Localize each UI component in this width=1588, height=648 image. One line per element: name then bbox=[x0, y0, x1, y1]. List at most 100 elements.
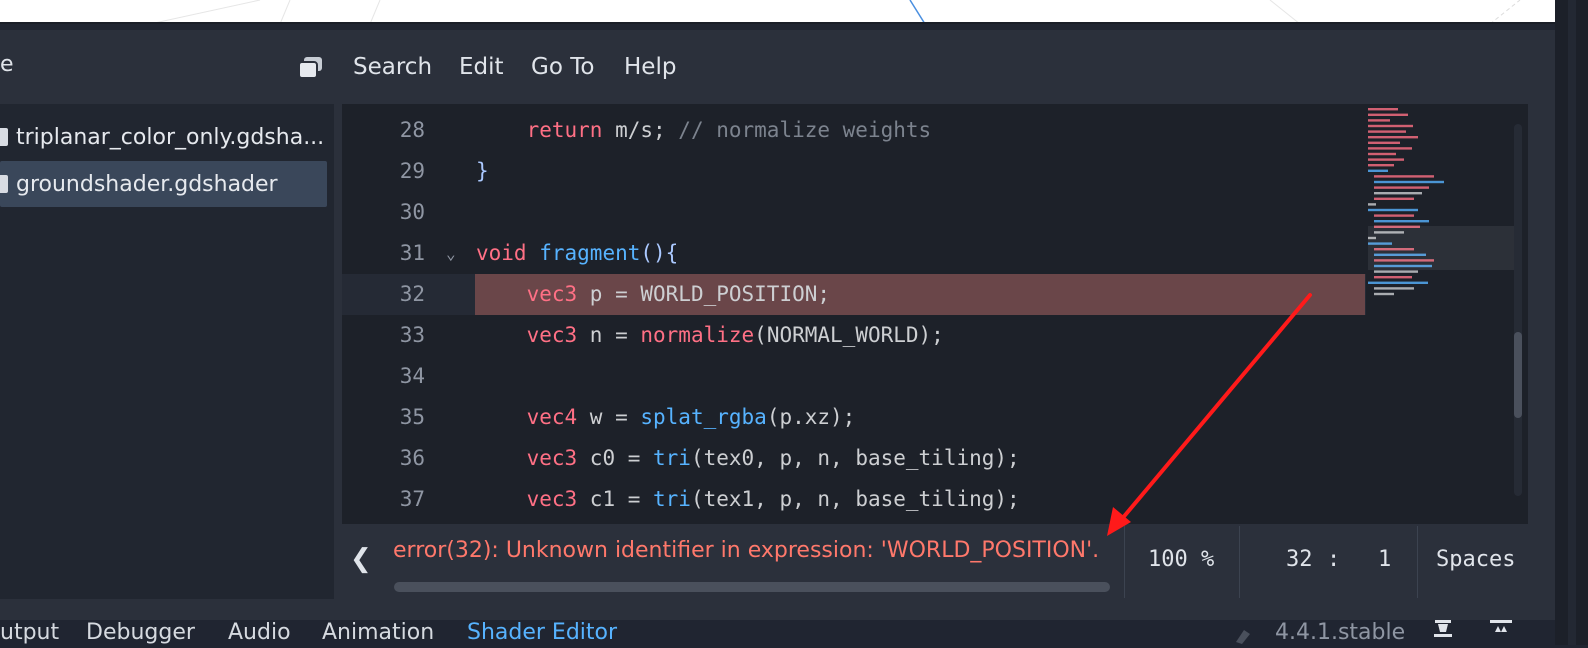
minimap-line bbox=[1368, 169, 1388, 172]
line-number: 30 bbox=[399, 200, 425, 224]
code-text: vec3 p = WORLD_POSITION; bbox=[526, 282, 831, 306]
code-line[interactable]: 36 vec3 c0 = tri(tex0, p, n, base_tiling… bbox=[342, 438, 1366, 479]
menu-search[interactable]: Search bbox=[353, 54, 432, 80]
editor-horizontal-scrollbar[interactable] bbox=[394, 582, 1110, 592]
line-number: 31 bbox=[399, 241, 425, 265]
menu-help[interactable]: Help bbox=[624, 54, 676, 80]
minimap-line bbox=[1368, 119, 1390, 122]
line-number: 33 bbox=[399, 323, 425, 347]
code-line[interactable]: 37 vec3 c1 = tri(tex1, p, n, base_tiling… bbox=[342, 479, 1366, 520]
minimap-line bbox=[1368, 203, 1376, 206]
minimap-line bbox=[1368, 113, 1408, 116]
minimap-line bbox=[1374, 276, 1412, 279]
minimap-line bbox=[1374, 175, 1434, 178]
minimap-line bbox=[1374, 186, 1429, 189]
minimap-line bbox=[1374, 180, 1444, 184]
code-text: vec4 w = splat_rgba(p.xz); bbox=[526, 405, 856, 429]
pin-panel-icon[interactable] bbox=[1432, 616, 1454, 642]
menu-go-to[interactable]: Go To bbox=[531, 54, 594, 80]
tab-output[interactable]: utput bbox=[0, 620, 59, 645]
code-line[interactable]: 34 bbox=[342, 356, 1366, 397]
code-text: vec3 c1 = tri(tex1, p, n, base_tiling); bbox=[526, 487, 1020, 511]
toggle-files-panel-icon[interactable] bbox=[298, 55, 324, 81]
line-number: 29 bbox=[399, 159, 425, 183]
file-menu-partial[interactable]: e bbox=[0, 52, 14, 77]
minimap-line bbox=[1368, 141, 1400, 144]
tab-shader-editor[interactable]: Shader Editor bbox=[467, 620, 617, 645]
code-line[interactable]: 33 vec3 n = normalize(NORMAL_WORLD); bbox=[342, 315, 1366, 356]
file-name: groundshader.gdshader bbox=[16, 171, 278, 197]
file-item-groundshader[interactable]: groundshader.gdshader bbox=[0, 161, 327, 207]
status-divider bbox=[1417, 526, 1418, 598]
line-number: 37 bbox=[399, 487, 425, 511]
tab-debugger[interactable]: Debugger bbox=[86, 620, 195, 645]
minimap-line bbox=[1374, 197, 1414, 200]
shader-file-icon bbox=[0, 175, 8, 193]
code-text: vec3 n = normalize(NORMAL_WORLD); bbox=[526, 323, 944, 347]
code-line[interactable]: 31 ⌄ void fragment(){ bbox=[342, 233, 1366, 274]
code-line[interactable]: 28 return m/s; // normalize weights bbox=[342, 110, 1366, 151]
viewport-grid-lines bbox=[149, 0, 1521, 24]
right-dock-scrollbar[interactable] bbox=[1568, 0, 1576, 645]
error-message[interactable]: error(32): Unknown identifier in express… bbox=[393, 538, 1099, 563]
minimap-line bbox=[1368, 164, 1394, 167]
minimap-line bbox=[1368, 130, 1406, 133]
minimap-line bbox=[1374, 292, 1394, 296]
engine-version: 4.4.1.stable bbox=[1275, 620, 1405, 645]
minimap-line bbox=[1368, 108, 1398, 111]
cursor-line: 32 bbox=[1286, 547, 1313, 572]
fold-arrow-icon[interactable]: ⌄ bbox=[446, 233, 456, 274]
code-line[interactable]: 35 vec4 w = splat_rgba(p.xz); bbox=[342, 397, 1366, 438]
shader-file-list: triplanar_color_only.gdsha... groundshad… bbox=[0, 104, 334, 599]
minimap-line bbox=[1374, 287, 1414, 290]
code-text: return m/s; // normalize weights bbox=[526, 118, 932, 142]
code-line[interactable]: 32 vec3 p = WORLD_POSITION; bbox=[342, 274, 1366, 315]
minimap-line bbox=[1368, 152, 1396, 156]
update-spinner-icon bbox=[1232, 624, 1252, 644]
minimap-line bbox=[1368, 136, 1418, 139]
cursor-column: 1 bbox=[1378, 547, 1392, 572]
file-name: triplanar_color_only.gdsha... bbox=[16, 124, 325, 150]
tab-audio[interactable]: Audio bbox=[228, 620, 291, 645]
minimap-line bbox=[1368, 147, 1412, 150]
editor-vertical-scrollbar[interactable] bbox=[1514, 124, 1522, 496]
minimap-line bbox=[1368, 281, 1428, 284]
3d-viewport[interactable] bbox=[0, 0, 1555, 24]
indent-mode[interactable]: Spaces bbox=[1436, 547, 1515, 572]
minimap-line bbox=[1374, 270, 1418, 273]
version-text: 4.4.1.stable bbox=[1275, 620, 1406, 645]
expand-panel-icon[interactable] bbox=[1488, 616, 1514, 642]
code-text: vec3 c0 = tri(tex0, p, n, base_tiling); bbox=[526, 446, 1020, 470]
code-text: void fragment(){ bbox=[476, 241, 679, 265]
minimap-line bbox=[1374, 192, 1422, 195]
line-number: 28 bbox=[399, 118, 425, 142]
cursor-separator: : bbox=[1327, 547, 1341, 572]
chevron-left-icon[interactable]: ❮ bbox=[350, 544, 372, 574]
line-number: 36 bbox=[399, 446, 425, 470]
status-divider bbox=[1124, 526, 1125, 598]
code-text: } bbox=[476, 159, 489, 183]
editor-status-bar: ❮ error(32): Unknown identifier in expre… bbox=[342, 526, 1528, 598]
status-divider bbox=[1239, 526, 1240, 598]
line-number: 35 bbox=[399, 405, 425, 429]
code-line[interactable]: 29} bbox=[342, 151, 1366, 192]
minimap-line bbox=[1374, 214, 1414, 217]
minimap-line bbox=[1368, 158, 1404, 161]
shader-file-icon bbox=[0, 128, 8, 146]
minimap-viewport-indicator[interactable] bbox=[1368, 226, 1518, 270]
line-number: 34 bbox=[399, 364, 425, 388]
minimap-line bbox=[1368, 208, 1418, 212]
code-minimap[interactable] bbox=[1368, 104, 1518, 304]
minimap-line bbox=[1368, 124, 1413, 128]
tab-animation[interactable]: Animation bbox=[322, 620, 434, 645]
editor-vertical-scroll-thumb[interactable] bbox=[1514, 332, 1522, 418]
menu-edit[interactable]: Edit bbox=[459, 54, 504, 80]
file-item-triplanar[interactable]: triplanar_color_only.gdsha... bbox=[0, 114, 327, 160]
line-number: 32 bbox=[399, 282, 425, 306]
code-line[interactable]: 30 bbox=[342, 192, 1366, 233]
viewport-border bbox=[0, 22, 1555, 24]
zoom-level[interactable]: 100 % bbox=[1148, 547, 1214, 572]
right-dock-edge bbox=[1555, 0, 1588, 645]
code-editor[interactable]: 28 return m/s; // normalize weights 29} 30… bbox=[342, 104, 1528, 524]
minimap-line bbox=[1374, 220, 1429, 223]
